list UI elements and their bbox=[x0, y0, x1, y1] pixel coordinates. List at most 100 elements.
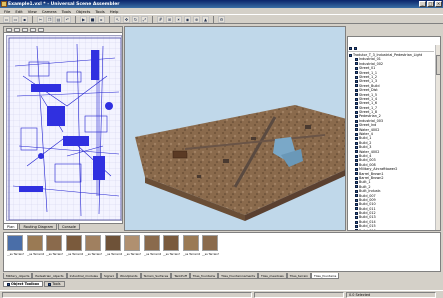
object-icon bbox=[355, 119, 358, 123]
title-bar: Example1.vxl * - Universal Scene Assembl… bbox=[0, 0, 443, 8]
maximize-button[interactable]: □ bbox=[427, 1, 434, 7]
camera-icon[interactable]: ◉ bbox=[184, 15, 191, 23]
asset-thumbnail bbox=[104, 235, 121, 251]
plan-tool-button[interactable] bbox=[38, 27, 44, 32]
tree-node[interactable]: Build_016 bbox=[349, 229, 433, 230]
asset-tile[interactable]: __ss TerrainS... bbox=[104, 235, 122, 261]
settings-icon[interactable]: ⚙ bbox=[218, 15, 225, 23]
asset-caption: __ss TerrainS... bbox=[85, 252, 102, 256]
menu-tools[interactable]: Tools bbox=[62, 9, 71, 14]
minimize-button[interactable]: _ bbox=[419, 1, 426, 7]
asset-category-tab[interactable]: Tiles_fountains bbox=[311, 273, 340, 279]
paste-icon[interactable]: ▤ bbox=[55, 15, 62, 23]
grid-icon[interactable]: # bbox=[157, 15, 164, 23]
undo-icon[interactable]: ↶ bbox=[64, 15, 71, 23]
asset-category-tab[interactable]: TankPuff bbox=[171, 273, 190, 279]
object-icon bbox=[355, 62, 358, 66]
asset-tile[interactable]: __ss TerrainS... bbox=[143, 235, 161, 261]
move-icon[interactable]: ✥ bbox=[123, 15, 130, 23]
copy-icon[interactable]: ❐ bbox=[46, 15, 53, 23]
asset-caption: __ss TerrainS... bbox=[202, 252, 219, 256]
menu-camera[interactable]: Camera bbox=[42, 9, 57, 14]
asset-category-tab[interactable]: Woodplants bbox=[116, 273, 141, 279]
asset-category-tab[interactable]: Military_objects bbox=[3, 273, 33, 279]
tab-tools[interactable]: Tools bbox=[44, 281, 65, 287]
menu-objects[interactable]: Objects bbox=[76, 9, 90, 14]
menu-tools-2[interactable]: Tools bbox=[95, 9, 104, 14]
asset-caption: __ss TerrainS... bbox=[124, 252, 141, 256]
new-icon[interactable]: ▫ bbox=[3, 15, 10, 23]
asset-category-tab[interactable]: Pedestrian_objects bbox=[32, 273, 67, 279]
asset-thumbnail bbox=[65, 235, 82, 251]
step-icon[interactable]: ▸ bbox=[98, 15, 105, 23]
expand-icon[interactable] bbox=[349, 46, 352, 50]
asset-tile[interactable]: __ss TerrainS... bbox=[65, 235, 83, 261]
asset-tile[interactable]: __ss TerrainS... bbox=[46, 235, 63, 261]
status-bar: 0.0 Selected bbox=[0, 290, 443, 298]
stop-icon[interactable]: ■ bbox=[89, 15, 96, 23]
tab-console[interactable]: Console bbox=[58, 224, 80, 230]
object-icon bbox=[355, 128, 358, 132]
asset-tile[interactable]: __ss TerrainS... bbox=[202, 235, 219, 261]
asset-category-tab[interactable]: Tiles_meadows bbox=[258, 273, 287, 279]
snap-icon[interactable]: ⊞ bbox=[166, 15, 173, 23]
asset-tile[interactable]: __ss TerrainS... bbox=[124, 235, 141, 261]
menu-view[interactable]: View bbox=[28, 9, 37, 14]
play-icon[interactable]: ▶ bbox=[80, 15, 87, 23]
asset-tile[interactable]: __ss TerrainS... bbox=[26, 235, 44, 261]
plan-tool-button[interactable] bbox=[14, 27, 20, 32]
3d-viewport[interactable] bbox=[124, 26, 346, 231]
asset-category-tab[interactable]: Industrial_modules bbox=[66, 273, 101, 279]
asset-category-tab[interactable]: Tiles_fountains bbox=[189, 273, 219, 279]
menu-file[interactable]: File bbox=[4, 9, 10, 14]
tab-tools-label: Tools bbox=[52, 282, 61, 286]
menu-help[interactable]: Help bbox=[110, 9, 119, 14]
tab-object-toolbox[interactable]: Object Toolbox bbox=[3, 281, 44, 287]
object-icon bbox=[355, 137, 358, 141]
asset-category-tab[interactable]: Terrain_Surfaces bbox=[140, 273, 172, 279]
asset-thumbnail bbox=[182, 235, 199, 251]
scale-icon[interactable]: ⤢ bbox=[141, 15, 148, 23]
asset-tile[interactable]: __ss TerrainS... bbox=[182, 235, 200, 261]
plan-map[interactable] bbox=[6, 35, 122, 221]
tab-plan[interactable]: Plan bbox=[3, 224, 19, 230]
object-icon bbox=[355, 154, 358, 158]
scrollbar-thumb[interactable] bbox=[436, 55, 441, 75]
plan-tool-button[interactable] bbox=[6, 27, 12, 32]
save-icon[interactable]: ▪ bbox=[21, 15, 28, 23]
object-icon bbox=[355, 58, 358, 62]
object-icon bbox=[355, 211, 358, 215]
select-icon[interactable]: ↖ bbox=[114, 15, 121, 23]
asset-category-tab[interactable]: Signs1 bbox=[100, 273, 117, 279]
asset-category-tab[interactable]: Tiles_fountainnaments bbox=[218, 273, 259, 279]
asset-caption: __ss TerrainS... bbox=[65, 252, 83, 256]
menu-edit[interactable]: Edit bbox=[15, 9, 22, 14]
object-icon bbox=[355, 220, 358, 224]
open-icon[interactable]: ▭ bbox=[12, 15, 19, 23]
object-icon bbox=[355, 75, 358, 79]
status-coordinates bbox=[254, 291, 344, 298]
asset-tile[interactable]: __ss TerrainS... bbox=[7, 235, 24, 261]
light-icon[interactable]: ☀ bbox=[175, 15, 182, 23]
object-icon bbox=[355, 167, 358, 171]
object-icon bbox=[355, 207, 358, 211]
rotate-icon[interactable]: ↻ bbox=[132, 15, 139, 23]
window-title: Example1.vxl * - Universal Scene Assembl… bbox=[8, 1, 120, 7]
close-button[interactable]: × bbox=[435, 1, 442, 7]
cut-icon[interactable]: ✂ bbox=[37, 15, 44, 23]
object-icon bbox=[355, 101, 358, 105]
plan-tool-button[interactable] bbox=[22, 27, 28, 32]
toolbar-divider bbox=[152, 15, 153, 23]
tree-scrollbar[interactable] bbox=[435, 45, 441, 230]
asset-tile[interactable]: __ss TerrainS... bbox=[163, 235, 180, 261]
object-icon bbox=[355, 141, 358, 145]
tree-node-label: Build_016 bbox=[359, 229, 376, 230]
tab-routing-diagram[interactable]: Routing Diagram bbox=[19, 224, 58, 230]
zoom-icon[interactable]: ⊕ bbox=[193, 15, 200, 23]
asset-category-tab[interactable]: Tiles_terrain bbox=[286, 273, 312, 279]
plan-tool-button[interactable] bbox=[30, 27, 36, 32]
terrain-icon[interactable]: ▲ bbox=[202, 15, 209, 23]
collapse-icon[interactable] bbox=[354, 46, 357, 50]
asset-tile[interactable]: __ss TerrainS... bbox=[85, 235, 102, 261]
asset-thumbnail bbox=[202, 235, 218, 251]
